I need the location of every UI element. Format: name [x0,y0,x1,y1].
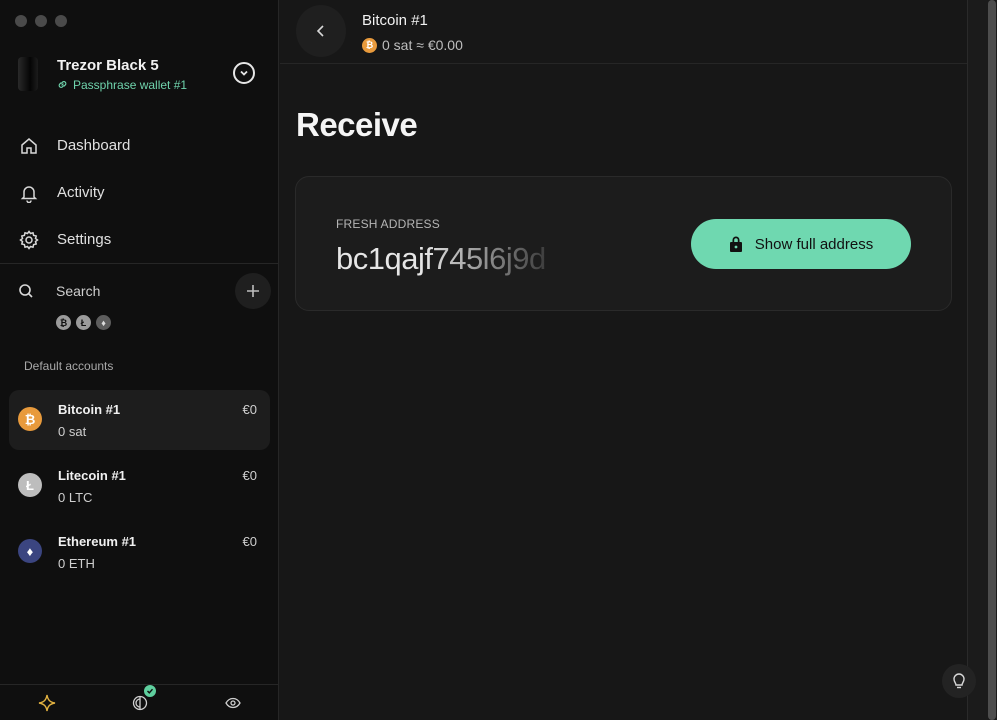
main-scrollbar[interactable] [967,0,997,720]
back-button[interactable] [296,5,346,57]
account-name: Bitcoin #1 [58,402,121,417]
device-switcher[interactable]: Trezor Black 5 Passphrase wallet #1 [18,55,263,93]
minimize-window-button[interactable] [35,15,47,27]
litecoin-icon: Ł [18,473,42,497]
passphrase-wallet-label: Passphrase wallet #1 [57,78,187,92]
account-balance-summary: ₿ 0 sat ≈ €0.00 [362,37,463,53]
ethereum-icon: ♦ [18,539,42,563]
lightbulb-icon[interactable] [942,664,976,698]
device-image [18,57,38,91]
eye-icon[interactable] [221,691,245,715]
search-label: Search [56,283,101,299]
nav-label: Dashboard [57,137,131,154]
page-title: Receive [296,106,418,143]
receive-address-card: FRESH ADDRESS bc1qajf745l6j9d Show full … [295,176,952,311]
lock-icon [729,236,742,252]
nav-label: Settings [57,231,112,248]
show-full-address-button[interactable]: Show full address [691,219,911,269]
link-icon [58,81,67,88]
sidebar-divider [0,263,279,264]
chevron-left-icon [316,25,324,37]
app-window: Trezor Black 5 Passphrase wallet #1 Dash… [0,0,997,720]
receive-address: bc1qajf745l6j9d [336,241,556,277]
tor-status-icon[interactable] [128,684,156,715]
add-account-button[interactable] [235,273,271,309]
show-full-address-label: Show full address [754,235,874,253]
account-title: Bitcoin #1 [362,12,428,29]
sidebar-bottom-bar [0,684,279,720]
maximize-window-button[interactable] [55,15,67,27]
gear-icon [18,229,40,251]
window-controls [15,15,67,27]
ethereum-icon[interactable]: ♦ [96,315,111,330]
check-icon [143,684,156,697]
bitcoin-icon: ₿ [362,37,377,53]
sidebar: Trezor Black 5 Passphrase wallet #1 Dash… [0,0,279,720]
account-search[interactable]: Search [18,273,271,309]
accounts-group-title: Default accounts [24,359,114,373]
chevron-down-icon[interactable] [233,62,255,84]
nav-item-settings[interactable]: Settings [0,216,279,263]
close-window-button[interactable] [15,15,27,27]
coin-filters: ₿ Ł ♦ [56,315,111,330]
fresh-address-label: FRESH ADDRESS [336,217,440,231]
passphrase-wallet-text: Passphrase wallet #1 [73,77,188,92]
bitcoin-icon[interactable]: ₿ [56,315,71,330]
account-header: Bitcoin #1 ₿ 0 sat ≈ €0.00 [280,0,967,64]
account-balance: 0 LTC [58,490,93,505]
account-balance: 0 ETH [58,556,95,571]
home-icon [18,135,40,157]
search-icon [19,284,33,298]
account-item-ethereum[interactable]: ♦ Ethereum #1 0 ETH €0 [9,522,270,582]
bitcoin-icon: ₿ [18,407,42,431]
account-fiat-value: €0 [242,468,257,483]
device-name: Trezor Black 5 [57,56,159,74]
account-name: Litecoin #1 [58,468,126,483]
main-content: Bitcoin #1 ₿ 0 sat ≈ €0.00 Receive FRESH… [280,0,967,720]
account-name: Ethereum #1 [58,534,137,549]
nav-item-dashboard[interactable]: Dashboard [0,122,279,169]
account-balance-text: 0 sat ≈ €0.00 [382,37,463,53]
main-nav: Dashboard Activity Settings [0,122,279,263]
litecoin-icon[interactable]: Ł [76,315,91,330]
account-fiat-value: €0 [242,534,257,549]
bell-icon [18,182,40,204]
account-item-litecoin[interactable]: Ł Litecoin #1 0 LTC €0 [9,456,270,516]
account-balance: 0 sat [58,424,87,439]
nav-item-activity[interactable]: Activity [0,169,279,216]
plus-icon [247,285,259,297]
account-fiat-value: €0 [242,402,257,417]
scrollbar-thumb[interactable] [988,0,996,720]
nav-label: Activity [57,184,105,201]
account-item-bitcoin[interactable]: ₿ Bitcoin #1 0 sat €0 [9,390,270,450]
account-list: ₿ Bitcoin #1 0 sat €0 Ł Litecoin #1 0 LT… [9,390,270,588]
sparkle-icon[interactable] [35,691,59,715]
